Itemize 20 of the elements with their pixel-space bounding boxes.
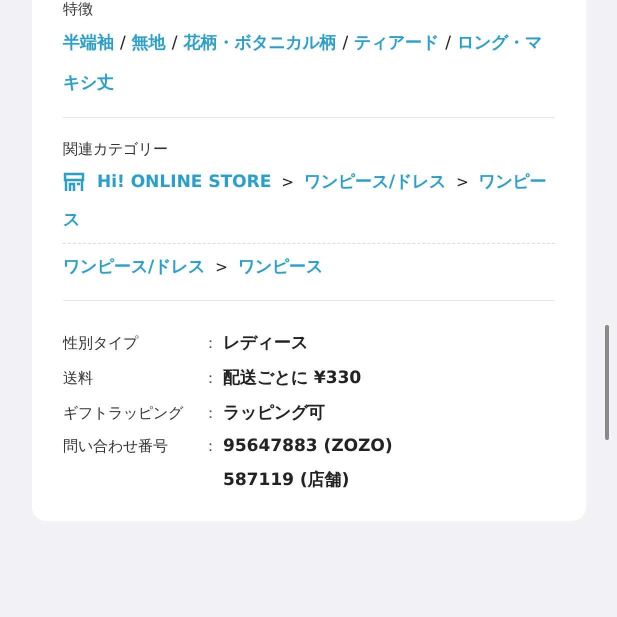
spec-label: 送料 bbox=[63, 369, 94, 388]
colon: ： bbox=[203, 334, 219, 353]
spec-value: 95647883 (ZOZO) bbox=[223, 436, 394, 456]
store-icon bbox=[63, 172, 85, 192]
spec-label: 問い合わせ番号 bbox=[63, 437, 169, 456]
colon: ： bbox=[203, 369, 219, 388]
spec-value: レディース bbox=[223, 332, 309, 354]
spec-label: ギフトラッピング bbox=[63, 404, 184, 423]
section-heading: 特徴 bbox=[63, 0, 93, 19]
colon: ： bbox=[203, 437, 219, 456]
spec-value: ラッピング可 bbox=[223, 402, 326, 424]
spec-label: 性別タイプ bbox=[63, 334, 140, 353]
breadcrumb-trail[interactable]: Hi! ONLINE STORE > ワンピース/ドレス > ワンピース bbox=[63, 163, 555, 239]
section-heading: 関連カテゴリー bbox=[63, 139, 168, 159]
spec-value: 配送ごとに ¥330 bbox=[223, 367, 362, 389]
breadcrumb-trail[interactable]: ワンピース/ドレス > ワンピース bbox=[63, 248, 555, 286]
tag-list[interactable]: 半端袖 / 無地 / 花柄・ボタニカル柄 / ティアード / ロング・マキシ丈 bbox=[63, 23, 555, 103]
colon: ： bbox=[203, 404, 219, 423]
scrollbar[interactable] bbox=[605, 325, 609, 440]
spec-value: 587119 (店舗) bbox=[223, 469, 350, 491]
